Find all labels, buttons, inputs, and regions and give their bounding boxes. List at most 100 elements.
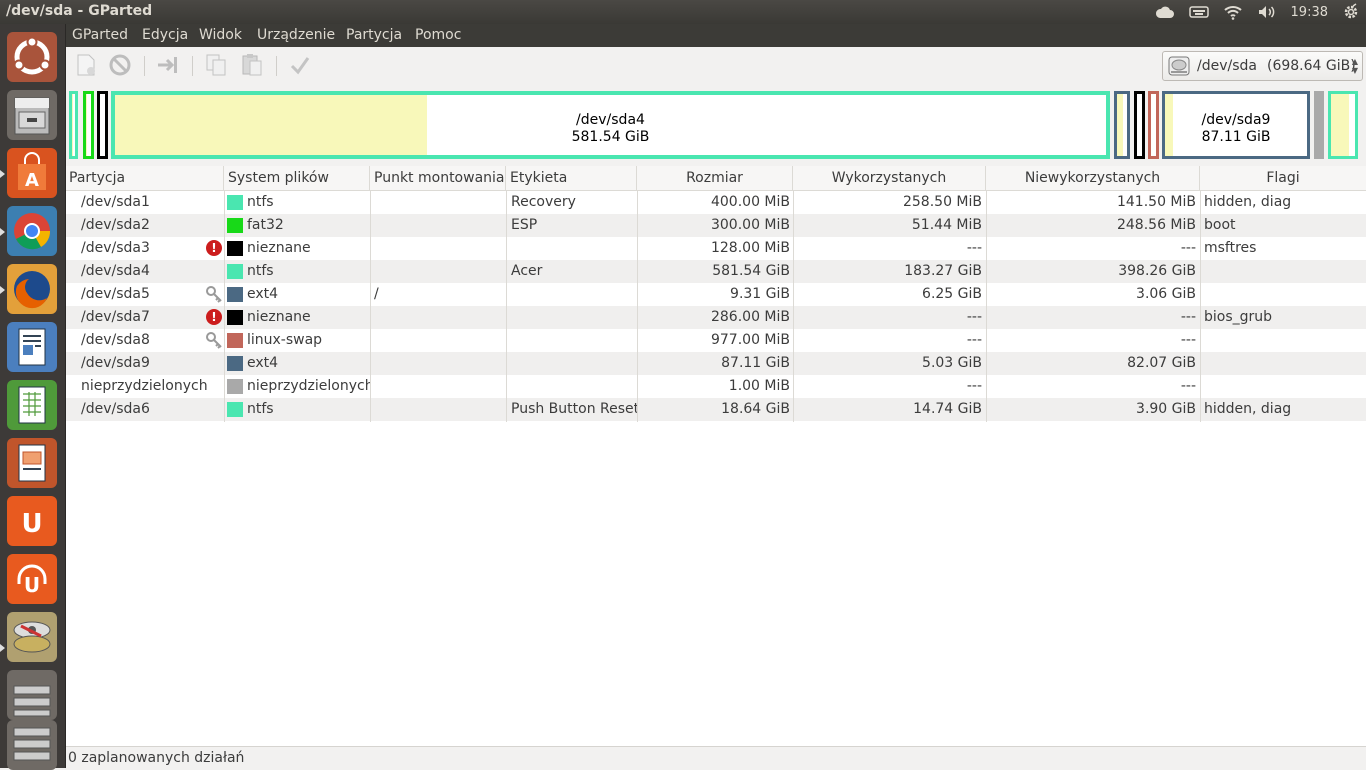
table-row[interactable]: nieprzydzielonych nieprzydzielonych 1.00 M… [66,375,1366,398]
map-partition-sda4[interactable]: /dev/sda4 581.54 GiB [111,91,1110,159]
chevron-updown-icon: ▲ ▼ [1351,57,1358,75]
launcher-files-button[interactable] [7,90,57,140]
menu-partition[interactable]: Partycja [346,27,402,43]
filesystem-color-swatch [227,356,243,371]
map-partition-sda8[interactable] [1148,91,1159,159]
col-size[interactable]: Rozmiar [637,166,793,190]
ubuntu-one-icon: U [14,503,50,539]
paste-button[interactable] [240,53,264,77]
table-row[interactable]: /dev/sda6 ntfs Push Button Reset 18.64 GiB 1… [66,398,1366,421]
cell-label [506,283,637,306]
map-unallocated[interactable] [1314,91,1324,159]
col-used[interactable]: Wykorzystanych [793,166,986,190]
keyboard-icon[interactable] [1188,6,1209,18]
wifi-icon[interactable] [1223,4,1243,20]
checkmark-icon [290,57,310,75]
cell-unused: 141.50 MiB [1116,194,1196,210]
launcher-firefox-button[interactable] [7,264,57,314]
cell-size: 18.64 GiB [721,401,790,417]
cell-flags: hidden, diag [1204,194,1292,210]
cell-filesystem: ext4 [224,352,370,375]
map-partition-sda1[interactable] [69,91,78,159]
cell-size: 128.00 MiB [710,240,790,256]
col-label[interactable]: Etykieta [506,166,637,190]
drive-icon [13,685,51,717]
table-row[interactable]: /dev/sda8 linux-swap 977.00 MiB --- --- [66,329,1366,352]
device-selector[interactable]: /dev/sda (698.64 GiB) ▲ ▼ [1162,51,1363,81]
gear-icon[interactable] [1342,3,1360,21]
menu-gparted[interactable]: GParted [72,27,128,43]
launcher-ubuntu-one-music-button[interactable]: U [7,554,57,604]
map-partition-sda2[interactable] [83,91,94,159]
col-unused[interactable]: Niewykorzystanych [986,166,1200,190]
filesystem-color-swatch [227,195,243,210]
cell-mountpoint [370,375,506,398]
new-partition-button[interactable] [74,53,98,77]
launcher-gparted-button[interactable] [7,612,57,662]
col-mountpoint[interactable]: Punkt montowania [370,166,506,190]
copy-icon [206,54,226,76]
cell-unused: 3.06 GiB [1136,286,1196,302]
partition-map: /dev/sda4 581.54 GiB /dev/sda9 87.11 GiB [66,87,1366,162]
cell-mountpoint [370,352,506,375]
cell-flags [1200,375,1366,398]
table-header: Partycja System plików Punkt montowania … [66,166,1366,191]
cell-partition: nieprzydzielonych [81,378,208,394]
launcher-disk-button[interactable] [7,670,57,720]
filesystem-name: nieprzydzielonych [247,378,370,394]
launcher-ubuntu-one-button[interactable]: U [7,496,57,546]
delete-partition-button[interactable] [108,53,132,77]
filesystem-name: ext4 [247,286,279,302]
filesystem-name: ntfs [247,401,274,417]
cell-mountpoint [370,260,506,283]
col-filesystem[interactable]: System plików [224,166,370,190]
launcher-impress-button[interactable] [7,438,57,488]
table-row[interactable]: /dev/sda4 ntfs Acer 581.54 GiB 183.27 GiB 398… [66,260,1366,283]
map-partition-sda9[interactable]: /dev/sda9 87.11 GiB [1162,91,1310,159]
cell-label [506,375,637,398]
cell-filesystem: ntfs [224,398,370,421]
col-partition[interactable]: Partycja [66,166,224,190]
firefox-icon [14,271,50,309]
table-row[interactable]: /dev/sda9 ext4 87.11 GiB 5.03 GiB 82.07 GiB [66,352,1366,375]
cell-size: 581.54 GiB [712,263,790,279]
clock[interactable]: 19:38 [1291,5,1328,20]
menu-view[interactable]: Widok [199,27,242,43]
table-row[interactable]: /dev/sda3! nieznane 128.00 MiB --- --- msftre… [66,237,1366,260]
launcher-software-center-button[interactable]: A [7,148,57,198]
launcher-drive-button[interactable] [7,720,57,770]
key-icon [206,332,222,349]
col-flags[interactable]: Flagi [1200,166,1366,190]
launcher-calc-button[interactable] [7,380,57,430]
menu-edit[interactable]: Edycja [142,27,188,43]
map-partition-sda6[interactable] [1328,91,1358,159]
volume-icon[interactable] [1257,4,1277,20]
map-partition-sda3[interactable] [97,91,108,159]
resize-move-button[interactable] [156,53,180,77]
cell-mountpoint [370,214,506,237]
cell-used: --- [966,240,982,256]
disk-stack-icon [13,621,51,653]
filesystem-name: nieznane [247,240,311,256]
launcher-dash-button[interactable] [7,32,57,82]
table-row[interactable]: /dev/sda5 ext4 / 9.31 GiB 6.25 GiB 3.06 GiB [66,283,1366,306]
cell-used: 5.03 GiB [922,355,982,371]
menu-help[interactable]: Pomoc [415,27,461,43]
table-row[interactable]: /dev/sda1 ntfs Recovery 400.00 MiB 258.50 Mi… [66,191,1366,214]
copy-button[interactable] [204,53,228,77]
cloud-icon[interactable] [1155,5,1175,19]
apply-button[interactable] [288,53,312,77]
map-partition-sda5[interactable] [1114,91,1130,159]
cell-filesystem: ntfs [224,191,370,214]
cell-partition: /dev/sda4 [81,263,150,279]
filesystem-name: ntfs [247,194,274,210]
spreadsheet-icon [18,386,46,424]
table-row[interactable]: /dev/sda2 fat32 ESP 300.00 MiB 51.44 MiB 248.… [66,214,1366,237]
table-row[interactable]: /dev/sda7! nieznane 286.00 MiB --- --- bios_g… [66,306,1366,329]
launcher-writer-button[interactable] [7,322,57,372]
map-partition-sda7[interactable] [1134,91,1145,159]
launcher-chrome-button[interactable] [7,206,57,256]
arrow-to-bar-icon [158,57,177,73]
cell-label: Acer [511,263,543,279]
menu-device[interactable]: Urządzenie [257,27,335,43]
